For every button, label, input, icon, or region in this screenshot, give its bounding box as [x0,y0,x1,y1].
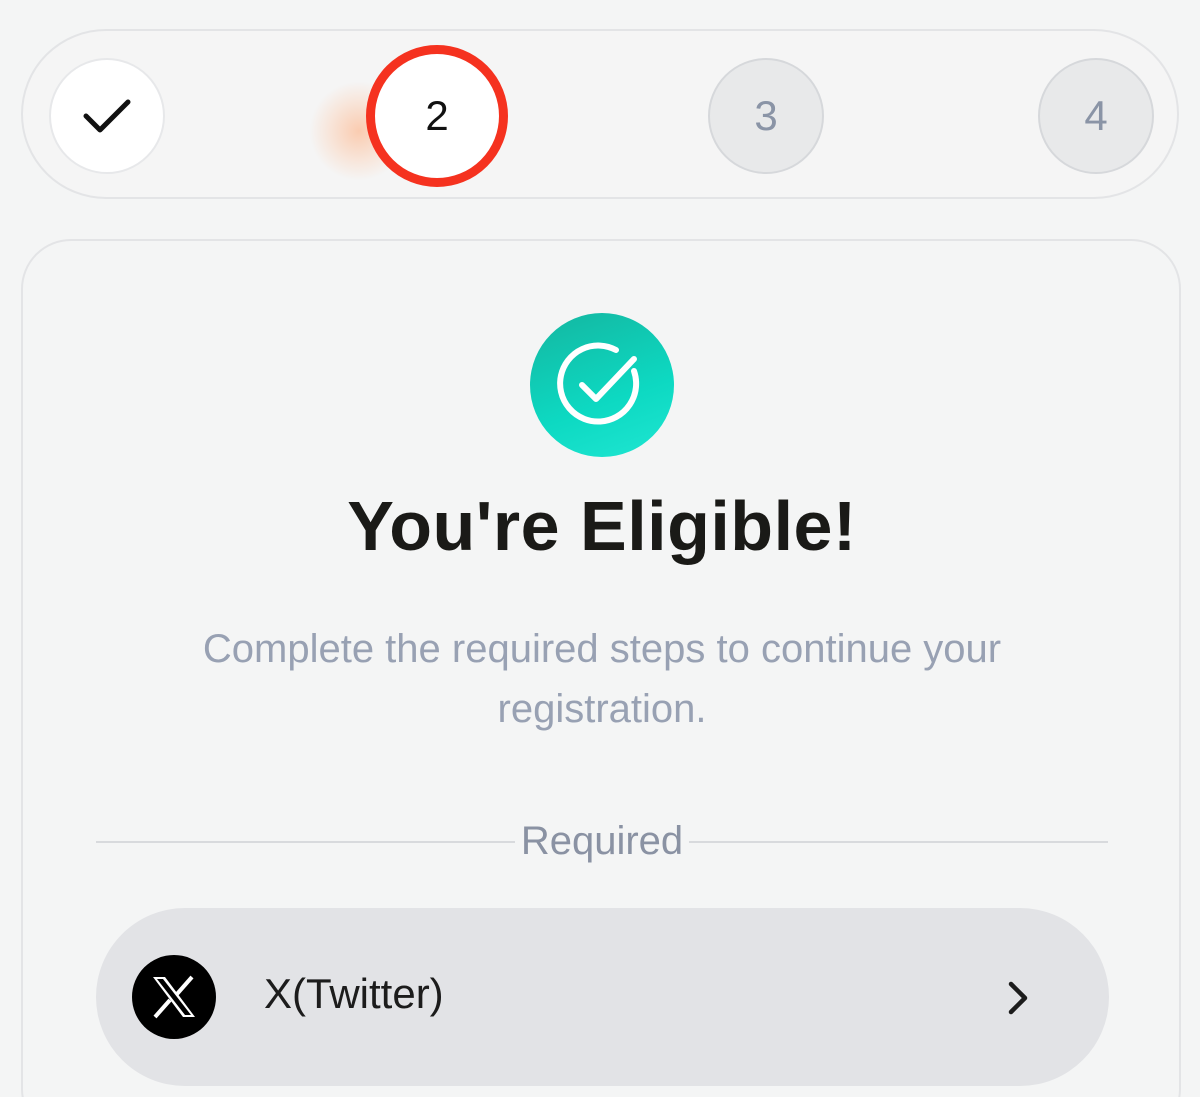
eligibility-card: You're Eligible! Complete the required s… [21,239,1181,1097]
step-1-completed[interactable] [49,58,165,174]
task-label: X(Twitter) [264,970,444,1017]
page-subtitle: Complete the required steps to continue … [202,627,1002,731]
progress-stepper: 2 3 4 [21,29,1179,199]
registration-page: 2 3 4 You're Eligible! Complete the requ… [0,0,1200,1097]
check-icon [83,99,131,133]
step-3-pending[interactable]: 3 [708,58,824,174]
x-logo-icon [132,955,216,1039]
step-4-pending[interactable]: 4 [1038,58,1154,174]
step-2-label: 2 [425,92,449,139]
task-x-twitter[interactable]: X(Twitter) [96,908,1109,1086]
step-3-label: 3 [754,92,778,139]
chevron-right-icon [1008,981,1028,1015]
section-divider: Required [96,819,1108,863]
eligible-badge [530,313,674,457]
check-circle-icon [557,342,640,425]
step-2-active[interactable]: 2 [366,45,508,187]
page-title: You're Eligible! [347,487,857,565]
section-label: Required [520,819,684,863]
step-4-label: 4 [1084,92,1108,139]
